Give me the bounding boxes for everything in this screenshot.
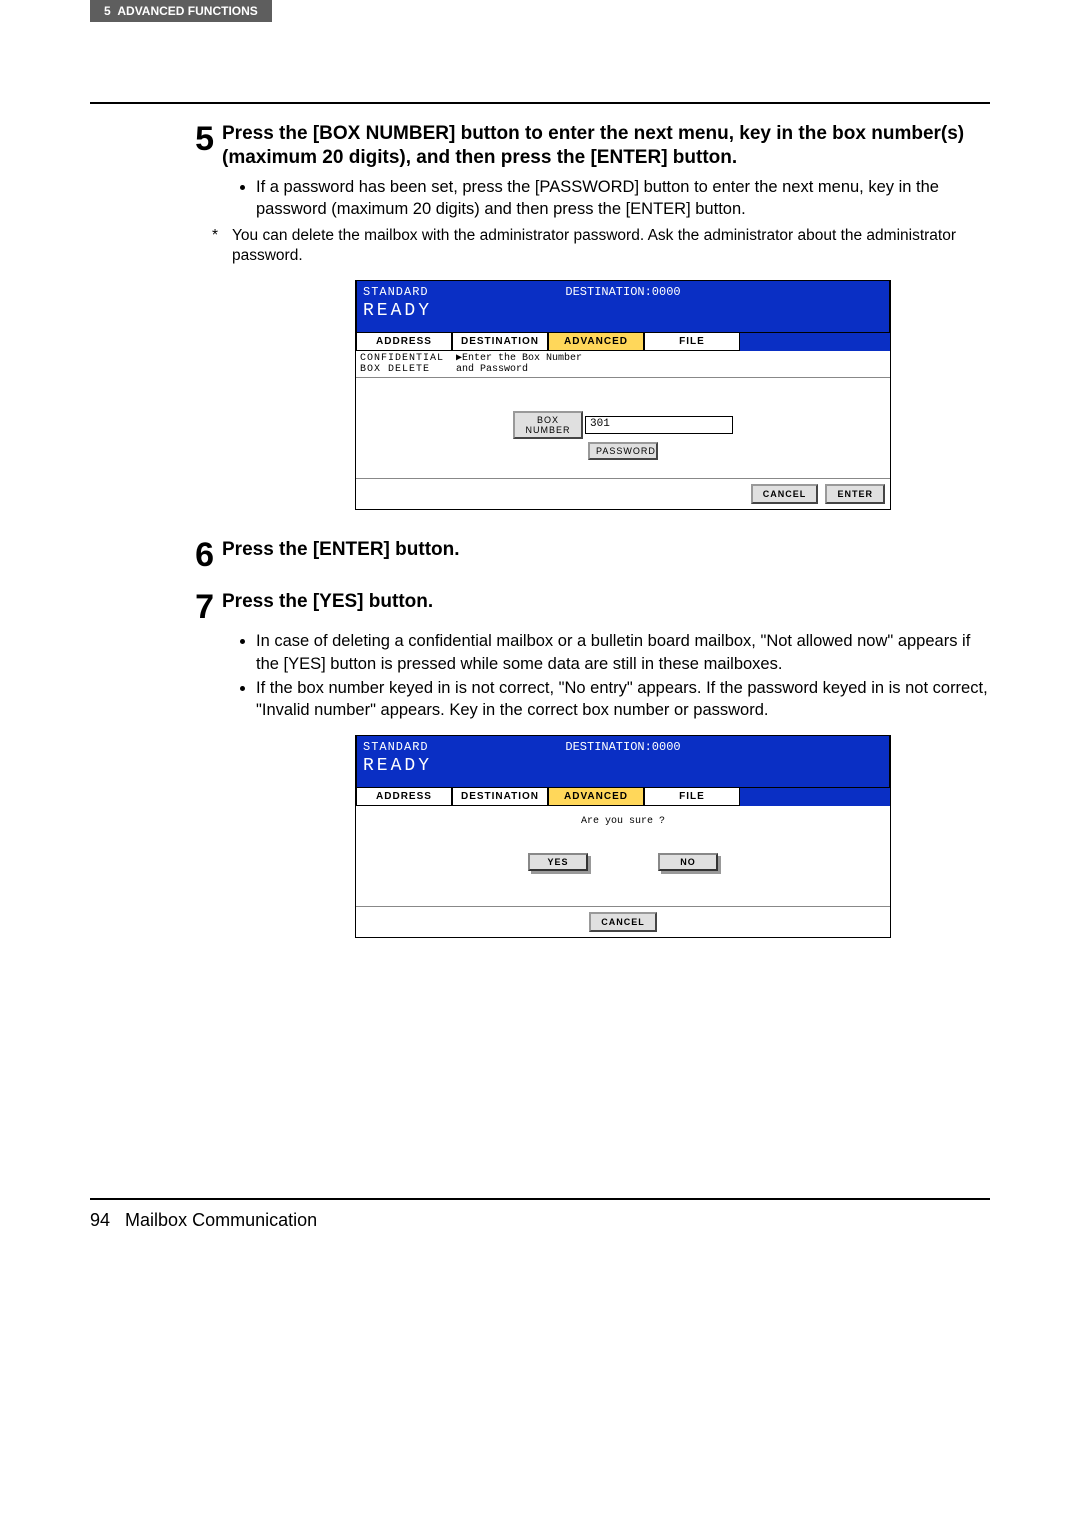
note-text: You can delete the mailbox with the admi…	[232, 226, 990, 266]
yes-button[interactable]: YES	[528, 853, 588, 871]
box-number-input[interactable]: 301	[585, 416, 733, 434]
step-title: Press the [ENTER] button.	[222, 538, 990, 562]
chapter-number: 5	[104, 4, 111, 18]
step-bullet: In case of deleting a confidential mailb…	[256, 630, 990, 675]
step-title: Press the [YES] button.	[222, 590, 990, 614]
footer-title: Mailbox Communication	[125, 1210, 317, 1230]
tab-destination[interactable]: DESTINATION	[452, 787, 548, 806]
chapter-title: ADVANCED FUNCTIONS	[117, 4, 257, 18]
step-bullet: If the box number keyed in is not correc…	[256, 677, 990, 722]
status-ready: READY	[363, 756, 883, 776]
step-7: 7 Press the [YES] button. In case of del…	[180, 590, 990, 938]
step-number: 6	[180, 538, 214, 572]
sub-instruction: ▶Enter the Box Number and Password	[452, 351, 890, 377]
password-button[interactable]: PASSWORD	[588, 442, 658, 460]
no-button[interactable]: NO	[658, 853, 718, 871]
confirm-prompt: Are you sure ?	[356, 816, 890, 827]
enter-button[interactable]: ENTER	[825, 484, 885, 504]
step-number: 7	[180, 590, 214, 624]
cancel-button[interactable]: CANCEL	[589, 912, 657, 932]
page-number: 94	[90, 1210, 110, 1230]
screenshot-confirm: STANDARD DESTINATION:0000 READY ADDRESS …	[355, 735, 891, 938]
cancel-button[interactable]: CANCEL	[751, 484, 819, 504]
tab-destination[interactable]: DESTINATION	[452, 332, 548, 351]
chapter-header: 5 ADVANCED FUNCTIONS	[90, 0, 272, 22]
step-bullet: If a password has been set, press the [P…	[256, 176, 990, 221]
tab-address[interactable]: ADDRESS	[356, 332, 452, 351]
tab-file[interactable]: FILE	[644, 332, 740, 351]
box-number-button[interactable]: BOX NUMBER	[513, 411, 583, 439]
page-footer: 94 Mailbox Communication	[90, 1198, 990, 1231]
destination-count: DESTINATION:0000	[565, 285, 680, 299]
step-title: Press the [BOX NUMBER] button to enter t…	[222, 122, 990, 170]
tab-advanced[interactable]: ADVANCED	[548, 332, 644, 351]
step-number: 5	[180, 122, 214, 156]
tab-address[interactable]: ADDRESS	[356, 787, 452, 806]
destination-count: DESTINATION:0000	[565, 740, 680, 754]
screenshot-box-delete: STANDARD DESTINATION:0000 READY ADDRESS …	[355, 280, 891, 510]
step-6: 6 Press the [ENTER] button.	[180, 538, 990, 572]
sub-function-label: CONFIDENTIAL BOX DELETE	[356, 351, 452, 377]
separator	[90, 102, 990, 104]
step-5: 5 Press the [BOX NUMBER] button to enter…	[180, 122, 990, 510]
tab-advanced[interactable]: ADVANCED	[548, 787, 644, 806]
tab-file[interactable]: FILE	[644, 787, 740, 806]
status-ready: READY	[363, 301, 883, 321]
note-marker: *	[212, 226, 232, 266]
